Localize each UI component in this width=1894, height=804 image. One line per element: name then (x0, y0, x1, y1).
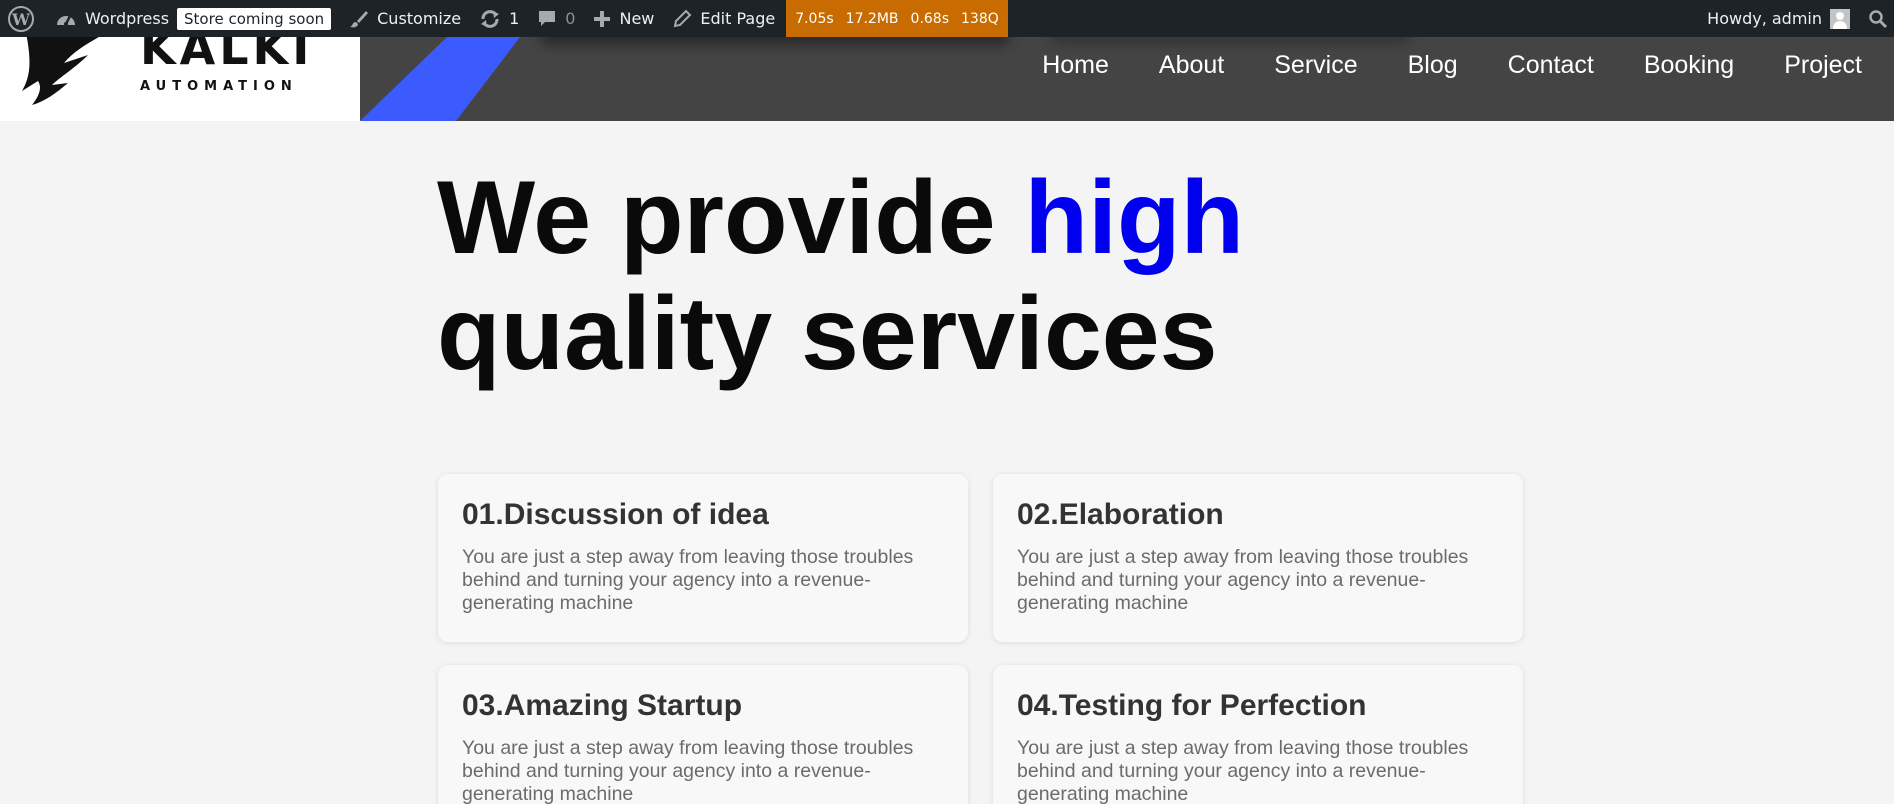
account-menu[interactable]: Howdy, admin (1698, 0, 1859, 37)
service-card: 03.Amazing Startup You are just a step a… (438, 665, 968, 804)
customize-label: Customize (377, 9, 462, 28)
card-title: 02.Elaboration (1017, 498, 1224, 531)
service-card: 04.Testing for Perfection You are just a… (993, 665, 1523, 804)
site-name-menu[interactable]: Wordpress Store coming soon (46, 0, 340, 37)
pencil-icon (672, 9, 692, 29)
nav-item-project[interactable]: Project (1784, 51, 1862, 80)
edit-page-label: Edit Page (700, 9, 776, 28)
comments-link[interactable]: 0 (528, 0, 584, 37)
comments-count: 0 (565, 9, 576, 28)
nav-item-home[interactable]: Home (1042, 51, 1109, 80)
new-content-menu[interactable]: New (584, 0, 663, 37)
customize-link[interactable]: Customize (340, 0, 470, 37)
nav-item-service[interactable]: Service (1274, 51, 1357, 80)
card-text: You are just a step away from leaving th… (1017, 546, 1469, 614)
service-card: 02.Elaboration You are just a step away … (993, 474, 1523, 642)
query-monitor-stats[interactable]: 7.05s 17.2MB 0.68s 138Q (786, 0, 1008, 37)
nav-item-booking[interactable]: Booking (1644, 51, 1734, 80)
brush-icon (349, 9, 369, 29)
title-part-1: We provide (437, 160, 1025, 276)
logo-wing-icon (22, 37, 99, 105)
updates-icon (479, 8, 501, 30)
edit-page-link[interactable]: Edit Page (663, 0, 784, 37)
title-accent: high (1024, 160, 1245, 276)
store-status-badge[interactable]: Store coming soon (177, 7, 332, 30)
card-title: 04.Testing for Perfection (1017, 689, 1367, 722)
admin-bar: W Wordpress Store coming soon Customize … (0, 0, 1894, 37)
avatar (1830, 8, 1850, 29)
card-text: You are just a step away from leaving th… (462, 546, 914, 614)
howdy-label: Howdy, admin (1707, 9, 1822, 28)
header-decoration (540, 37, 1010, 45)
card-text: You are just a step away from leaving th… (1017, 737, 1469, 804)
title-part-2: quality services (437, 276, 1218, 392)
svg-text:W: W (11, 10, 31, 29)
nav-item-contact[interactable]: Contact (1508, 51, 1594, 80)
search-icon[interactable] (1859, 0, 1894, 37)
new-label: New (619, 9, 655, 28)
card-title: 03.Amazing Startup (462, 689, 743, 722)
wordpress-logo-icon[interactable]: W (0, 0, 46, 37)
qm-memory: 17.2MB (845, 10, 899, 27)
main-nav: Home About Service Blog Contact Booking … (1042, 37, 1894, 93)
site-header: KALKI AUTOMATION Home About Service Blog… (0, 37, 1894, 121)
page-title: We provide high quality services (437, 160, 1337, 392)
site-name: Wordpress (85, 9, 170, 28)
card-text: You are just a step away from leaving th… (462, 737, 914, 804)
card-title: 01.Discussion of idea (462, 498, 769, 531)
logo-subtext: AUTOMATION (140, 79, 298, 94)
nav-item-blog[interactable]: Blog (1408, 51, 1458, 80)
qm-page-time: 7.05s (795, 10, 834, 27)
updates-count: 1 (509, 9, 520, 28)
qm-query-count: 138Q (961, 10, 999, 27)
dashboard-icon (55, 9, 77, 29)
qm-db-time: 0.68s (910, 10, 949, 27)
logo-text: KALKI (140, 37, 314, 75)
nav-item-about[interactable]: About (1159, 51, 1224, 80)
updates-link[interactable]: 1 (470, 0, 528, 37)
plus-icon (593, 10, 611, 28)
service-card: 01.Discussion of idea You are just a ste… (438, 474, 968, 642)
comment-icon (537, 9, 557, 29)
header-accent-stripe (360, 37, 520, 121)
